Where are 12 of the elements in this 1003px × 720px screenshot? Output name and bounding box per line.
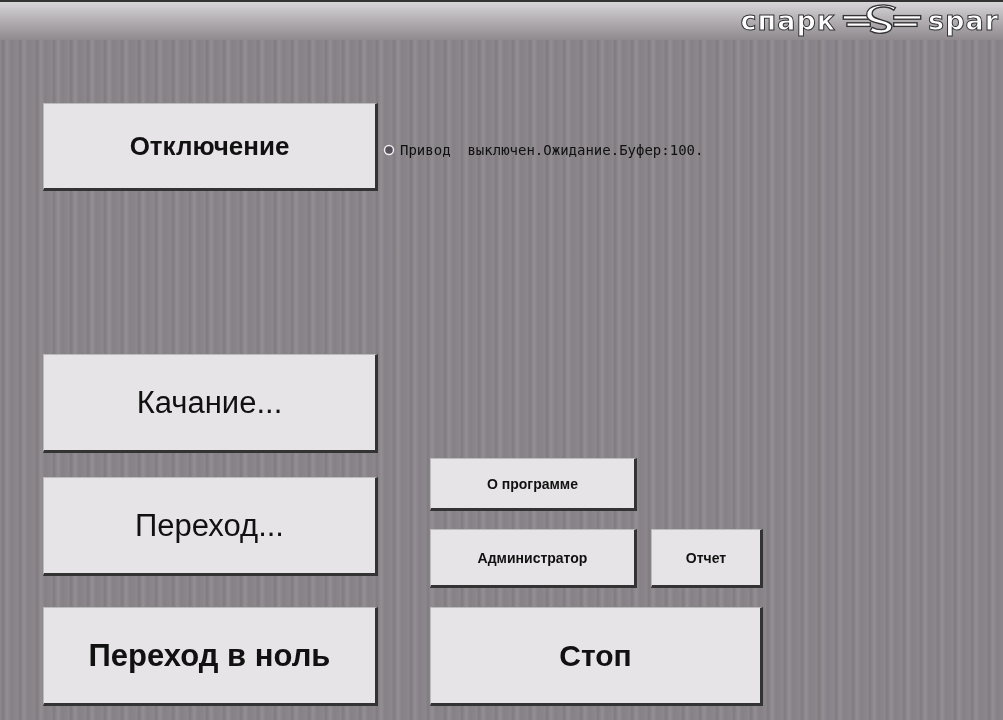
move-button[interactable]: Переход... [43,477,378,576]
swing-button[interactable]: Качание... [43,354,378,453]
disconnect-button[interactable]: Отключение [43,103,378,191]
about-button[interactable]: О программе [430,458,637,511]
logo-text: спарк [740,5,837,37]
status-text: Привод выключен.Ожидание.Буфер:100. [400,142,704,158]
move-to-zero-button[interactable]: Переход в ноль [43,607,378,706]
administrator-button[interactable]: Администратор [430,529,637,588]
logo-text: spar [928,5,999,37]
report-button[interactable]: Отчет [651,529,763,588]
stop-button[interactable]: Стоп [430,607,763,706]
status-indicator-icon [383,144,395,156]
